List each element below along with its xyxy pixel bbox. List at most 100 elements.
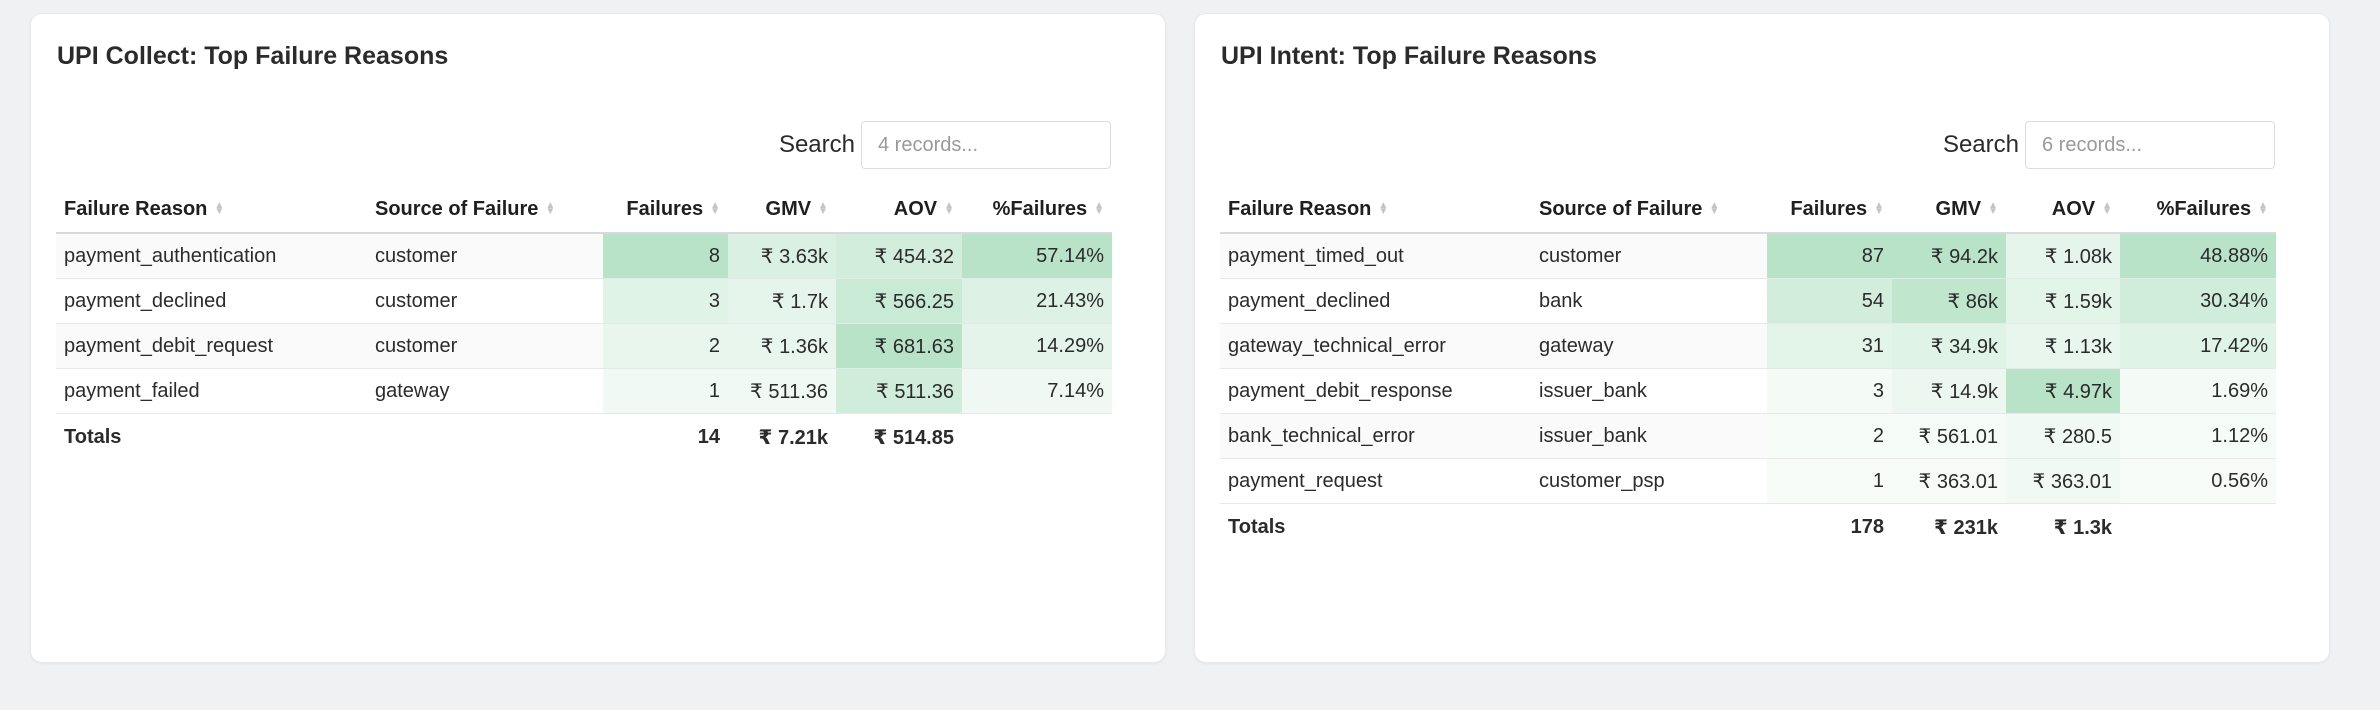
column-header-failure-reason[interactable]: Failure Reason ▲ ▼: [1220, 186, 1531, 234]
cell-aov: ₹ 1.08k: [2006, 233, 2120, 279]
totals-gmv: ₹ 7.21k: [728, 413, 836, 460]
table-row: bank_technical_error issuer_bank 2 ₹ 561…: [1220, 413, 2276, 459]
totals-label: Totals: [56, 413, 367, 460]
table-row: payment_timed_out customer 87 ₹ 94.2k ₹ …: [1220, 233, 2276, 279]
cell-failure-reason: payment_timed_out: [1220, 233, 1531, 279]
sort-icon[interactable]: ▲ ▼: [545, 201, 555, 217]
column-label: AOV: [893, 197, 938, 220]
cell-pct-failures: 14.29%: [962, 323, 1112, 369]
column-label: Source of Failure: [1539, 197, 1703, 220]
search-input[interactable]: [2025, 121, 2275, 169]
cell-source-of-failure: bank: [1531, 278, 1767, 324]
sort-icon[interactable]: ▲ ▼: [1378, 201, 1388, 217]
card-title: UPI Intent: Top Failure Reasons: [1221, 42, 1597, 70]
cell-gmv: ₹ 94.2k: [1892, 233, 2006, 279]
sort-icon[interactable]: ▲ ▼: [214, 201, 224, 217]
cell-failure-reason: payment_debit_request: [56, 323, 367, 369]
cell-gmv: ₹ 511.36: [728, 368, 836, 414]
header-row: Failure Reason ▲ ▼ Source of Failure ▲ ▼ Fai…: [56, 186, 1112, 234]
column-header-source-of-failure[interactable]: Source of Failure ▲ ▼: [1531, 186, 1767, 234]
cell-source-of-failure: gateway: [367, 368, 603, 414]
sort-icon[interactable]: ▲ ▼: [944, 201, 954, 217]
column-header-aov[interactable]: AOV ▲ ▼: [2006, 186, 2120, 234]
card-title: UPI Collect: Top Failure Reasons: [57, 42, 449, 70]
cell-failure-reason: payment_authentication: [56, 233, 367, 279]
cell-source-of-failure: customer_psp: [1531, 458, 1767, 504]
column-header-gmv[interactable]: GMV ▲ ▼: [1892, 186, 2006, 234]
table-row: payment_debit_response issuer_bank 3 ₹ 1…: [1220, 368, 2276, 414]
cell-failures: 3: [1767, 368, 1892, 414]
cell-gmv: ₹ 1.7k: [728, 278, 836, 324]
search-bar: Search: [1943, 121, 2275, 169]
cell-failure-reason: bank_technical_error: [1220, 413, 1531, 459]
column-label: Failure Reason: [64, 197, 208, 220]
sort-icon[interactable]: ▲ ▼: [1988, 201, 1998, 217]
cell-gmv: ₹ 86k: [1892, 278, 2006, 324]
totals-aov: ₹ 1.3k: [2006, 503, 2120, 550]
column-label: Failures: [1790, 197, 1868, 220]
sort-icon[interactable]: ▲ ▼: [2258, 201, 2268, 217]
sort-icon[interactable]: ▲ ▼: [1874, 201, 1884, 217]
column-header-aov[interactable]: AOV ▲ ▼: [836, 186, 962, 234]
column-header-pct-failures[interactable]: %Failures ▲ ▼: [962, 186, 1112, 234]
column-label: GMV: [1935, 197, 1982, 220]
column-header-source-of-failure[interactable]: Source of Failure ▲ ▼: [367, 186, 603, 234]
totals-source-empty: [367, 413, 603, 460]
cell-pct-failures: 48.88%: [2120, 233, 2276, 279]
cell-aov: ₹ 4.97k: [2006, 368, 2120, 414]
cell-aov: ₹ 454.32: [836, 233, 962, 279]
search-input[interactable]: [861, 121, 1111, 169]
cell-pct-failures: 30.34%: [2120, 278, 2276, 324]
cell-failures: 3: [603, 278, 728, 324]
column-label: Source of Failure: [375, 197, 539, 220]
cell-failure-reason: payment_failed: [56, 368, 367, 414]
header-row: Failure Reason ▲ ▼ Source of Failure ▲ ▼ Fai…: [1220, 186, 2276, 234]
sort-icon[interactable]: ▲ ▼: [818, 201, 828, 217]
cell-aov: ₹ 511.36: [836, 368, 962, 414]
cell-failures: 2: [603, 323, 728, 369]
sort-icon[interactable]: ▲ ▼: [710, 201, 720, 217]
table-row: payment_request customer_psp 1 ₹ 363.01 …: [1220, 458, 2276, 504]
upi-intent-card: UPI Intent: Top Failure Reasons Search F…: [1194, 13, 2330, 663]
cell-gmv: ₹ 363.01: [1892, 458, 2006, 504]
cell-failures: 1: [603, 368, 728, 414]
column-header-failures[interactable]: Failures ▲ ▼: [603, 186, 728, 234]
table-row: gateway_technical_error gateway 31 ₹ 34.…: [1220, 323, 2276, 369]
column-header-failure-reason[interactable]: Failure Reason ▲ ▼: [56, 186, 367, 234]
column-label: Failures: [626, 197, 704, 220]
cell-failures: 31: [1767, 323, 1892, 369]
cell-aov: ₹ 1.13k: [2006, 323, 2120, 369]
column-header-gmv[interactable]: GMV ▲ ▼: [728, 186, 836, 234]
column-label: %Failures: [2156, 197, 2252, 220]
cell-aov: ₹ 1.59k: [2006, 278, 2120, 324]
table-row: payment_declined bank 54 ₹ 86k ₹ 1.59k 3…: [1220, 278, 2276, 324]
sort-icon[interactable]: ▲ ▼: [1094, 201, 1104, 217]
cell-source-of-failure: customer: [367, 323, 603, 369]
cell-failure-reason: payment_request: [1220, 458, 1531, 504]
cell-failures: 2: [1767, 413, 1892, 459]
column-header-pct-failures[interactable]: %Failures ▲ ▼: [2120, 186, 2276, 234]
column-label: AOV: [2051, 197, 2096, 220]
search-bar: Search: [779, 121, 1111, 169]
totals-failures: 14: [603, 413, 728, 460]
table-row: payment_declined customer 3 ₹ 1.7k ₹ 566…: [56, 278, 1112, 324]
sort-icon[interactable]: ▲ ▼: [1709, 201, 1719, 217]
column-header-failures[interactable]: Failures ▲ ▼: [1767, 186, 1892, 234]
cell-failures: 87: [1767, 233, 1892, 279]
cell-pct-failures: 21.43%: [962, 278, 1112, 324]
table-row: payment_authentication customer 8 ₹ 3.63…: [56, 233, 1112, 279]
cell-source-of-failure: issuer_bank: [1531, 368, 1767, 414]
totals-aov: ₹ 514.85: [836, 413, 962, 460]
cell-pct-failures: 17.42%: [2120, 323, 2276, 369]
cell-pct-failures: 1.12%: [2120, 413, 2276, 459]
cell-failure-reason: payment_declined: [56, 278, 367, 324]
column-label: Failure Reason: [1228, 197, 1372, 220]
totals-pct-empty: [962, 413, 1112, 460]
cell-pct-failures: 0.56%: [2120, 458, 2276, 504]
cell-aov: ₹ 681.63: [836, 323, 962, 369]
cell-pct-failures: 1.69%: [2120, 368, 2276, 414]
failure-reasons-table: Failure Reason ▲ ▼ Source of Failure ▲ ▼ Fai…: [56, 186, 1112, 460]
sort-icon[interactable]: ▲ ▼: [2102, 201, 2112, 217]
cell-failure-reason: gateway_technical_error: [1220, 323, 1531, 369]
totals-row: Totals 178 ₹ 231k ₹ 1.3k: [1220, 503, 2276, 550]
